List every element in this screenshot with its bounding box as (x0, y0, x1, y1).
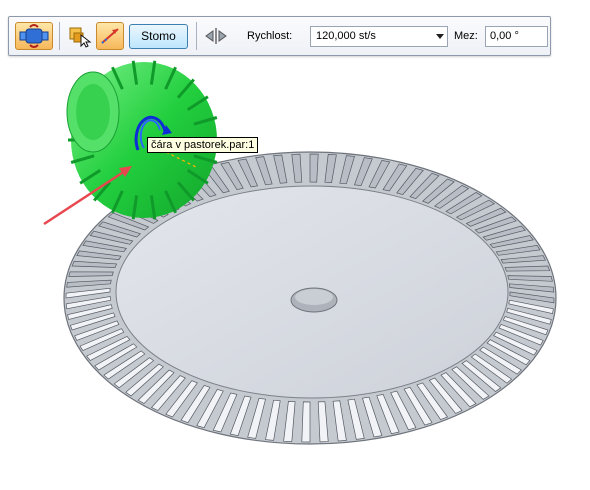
stop-button[interactable]: Stomo (129, 24, 188, 49)
limit-value: 0,00 ° (490, 30, 519, 42)
select-part-button[interactable] (65, 22, 93, 50)
flip-direction-icon (205, 28, 227, 44)
speed-select[interactable]: 120,000 st/s (310, 26, 448, 47)
motion-toolbar: Stomo Rychlost: 120,000 st/s Mez: 0,00 ° (8, 16, 551, 56)
limit-input[interactable]: 0,00 ° (485, 26, 548, 47)
direction-button[interactable] (96, 22, 124, 50)
speed-value: 120,000 st/s (316, 30, 376, 42)
flip-direction-button[interactable] (202, 22, 230, 50)
gear-tooth (309, 153, 319, 183)
toolbar-separator (196, 22, 197, 50)
direction-icon (101, 28, 119, 44)
speed-label: Rychlost: (247, 30, 293, 42)
chevron-down-icon[interactable] (436, 34, 444, 39)
toolbar-separator (59, 22, 60, 50)
motor-button[interactable] (15, 22, 53, 50)
gear-tooth (68, 271, 114, 277)
motor-icon (19, 24, 49, 48)
gear-tooth (301, 401, 311, 443)
3d-viewport[interactable] (0, 0, 590, 490)
element-tooltip: čára v pastorek.par:1 (147, 137, 259, 153)
limit-label: Mez: (454, 30, 478, 42)
select-part-icon (69, 27, 92, 48)
